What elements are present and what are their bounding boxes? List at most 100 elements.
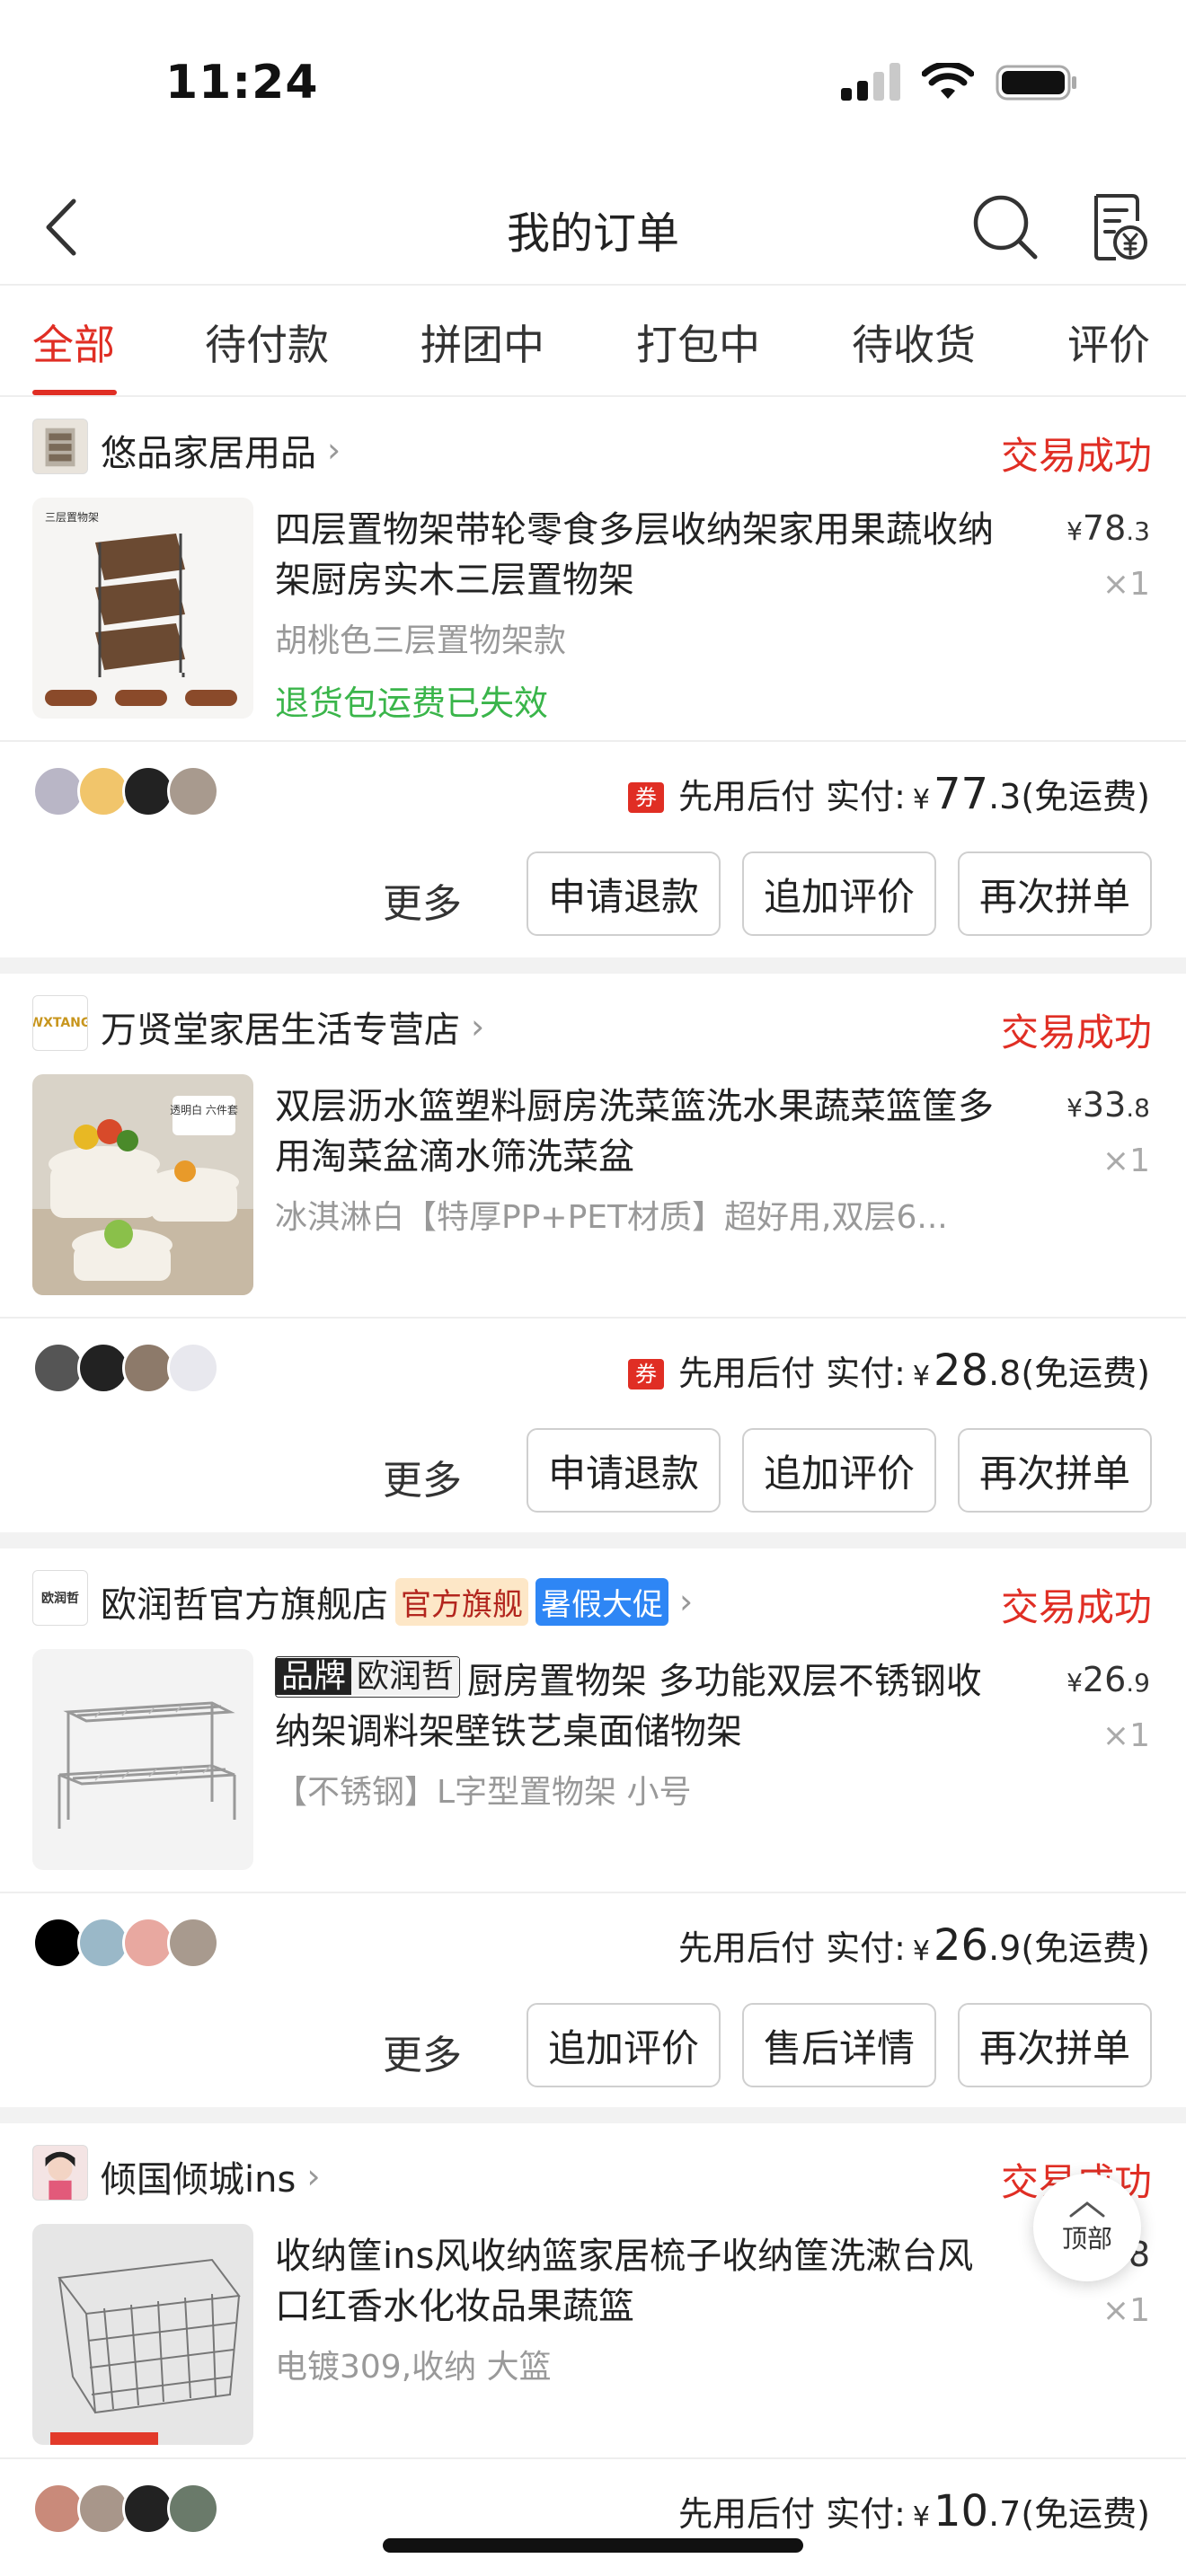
product-thumbnail[interactable]: 透明白 六件套 <box>32 1074 253 1295</box>
payment-row: 先用后付 实付: ¥26.9 (免运费) <box>0 1893 1186 1983</box>
paid-amount: 券 先用后付 实付: ¥28.8 (免运费) <box>628 1345 1150 1396</box>
avatar <box>167 1917 219 1969</box>
more-button[interactable]: 更多 <box>383 871 462 929</box>
status-icons <box>841 63 1078 102</box>
refund-button[interactable]: 申请退款 <box>527 1428 721 1513</box>
coupon-icon: 券 <box>628 1359 665 1389</box>
store-name-text: 悠品家居用品 <box>101 433 316 474</box>
store-logo-text: WXTANG <box>32 1016 88 1030</box>
order-status: 交易成功 <box>1000 434 1152 478</box>
pay-label: 先用后付 实付: <box>678 1354 906 1393</box>
group-avatars[interactable] <box>32 2483 219 2535</box>
tab-pending-payment[interactable]: 待付款 <box>205 313 329 372</box>
avatar <box>167 2483 219 2535</box>
action-buttons: 更多 申请退款 追加评价 再次拼单 <box>0 851 1186 938</box>
payment-row: 券 先用后付 实付: ¥77.3 (免运费) <box>0 742 1186 832</box>
product-row[interactable]: 收纳筐ins风收纳篮家居梳子收纳筐洗漱台风口红香水化妆品果蔬篮 电镀309,收纳… <box>0 2224 1186 2448</box>
order-card: WXTANG 万贤堂家居生活专营店 › 交易成功 透明白 六件套 双层沥水篮塑料… <box>0 974 1186 1531</box>
store-name[interactable]: 万贤堂家居生活专营店 › <box>101 1001 484 1053</box>
reorder-button[interactable]: 再次拼单 <box>958 1428 1152 1513</box>
store-row[interactable]: 倾国倾城ins › 交易成功 <box>0 2123 1186 2224</box>
product-row[interactable]: 透明白 六件套 双层沥水篮塑料厨房洗菜篮洗水果蔬菜篮筐多用淘菜盆滴水筛洗菜盆 冰… <box>0 1074 1186 1299</box>
store-row[interactable]: 欧润哲 欧润哲官方旗舰店 官方旗舰 暑假大促 › 交易成功 <box>0 1548 1186 1649</box>
wifi-icon <box>922 63 974 99</box>
product-thumbnail[interactable]: 三层置物架 <box>32 498 253 719</box>
reorder-button[interactable]: 再次拼单 <box>958 2003 1152 2087</box>
store-name[interactable]: 悠品家居用品 › <box>101 424 341 476</box>
product-quantity: ×1 <box>1102 1717 1150 1754</box>
tab-pending-receipt[interactable]: 待收货 <box>852 313 976 372</box>
status-bar: 11:24 <box>0 0 1186 171</box>
store-name-text: 万贤堂家居生活专营店 <box>101 1010 460 1051</box>
add-review-button[interactable]: 追加评价 <box>527 2003 721 2087</box>
pay-label: 先用后付 实付: <box>678 1928 906 1968</box>
store-name[interactable]: 欧润哲官方旗舰店 官方旗舰 暑假大促 › <box>101 1575 693 1628</box>
back-to-top-button[interactable]: 顶部 <box>1033 2174 1141 2281</box>
active-tab-indicator <box>32 390 117 395</box>
chevron-right-icon: › <box>471 1007 485 1046</box>
battery-icon <box>996 65 1076 101</box>
shipping-note: (免运费) <box>1021 2494 1150 2534</box>
store-row[interactable]: 悠品家居用品 › 交易成功 <box>0 397 1186 498</box>
return-shipping-note: 退货包运费已失效 <box>275 684 549 723</box>
group-avatars[interactable] <box>32 1917 219 1969</box>
product-thumbnail[interactable] <box>32 1649 253 1870</box>
payment-row: 券 先用后付 实付: ¥28.8 (免运费) <box>0 1319 1186 1408</box>
store-name[interactable]: 倾国倾城ins › <box>101 2150 321 2202</box>
order-divider <box>0 957 1186 974</box>
tab-packing[interactable]: 打包中 <box>636 313 760 372</box>
order-tabs: 全部 待付款 拼团中 打包中 待收货 评价 <box>0 284 1186 397</box>
order-card: 倾国倾城ins › 交易成功 收纳筐ins风收纳篮家居梳子收纳筐洗漱台风口红香水… <box>0 2123 1186 2576</box>
order-status: 交易成功 <box>1000 1010 1152 1054</box>
product-row[interactable]: 品牌 欧润哲 厨房置物架 多功能双层不锈钢收纳架调料架壁铁艺桌面储物架 【不锈钢】L… <box>0 1649 1186 1874</box>
tab-review[interactable]: 评价 <box>1067 313 1150 372</box>
store-row[interactable]: WXTANG 万贤堂家居生活专营店 › 交易成功 <box>0 974 1186 1074</box>
pay-label: 先用后付 实付: <box>678 2494 906 2534</box>
product-title[interactable]: 收纳筐ins风收纳篮家居梳子收纳筐洗漱台风口红香水化妆品果蔬篮 <box>275 2231 994 2332</box>
chevron-right-icon: › <box>327 430 341 470</box>
more-button[interactable]: 更多 <box>383 1448 462 1505</box>
official-store-badge: 官方旗舰 <box>395 1577 528 1626</box>
bill-icon[interactable] <box>1089 190 1148 262</box>
product-row[interactable]: 三层置物架 四层置物架带轮零食多层收纳架家用果蔬收纳架厨房实木三层置物架 胡桃色… <box>0 498 1186 723</box>
order-status: 交易成功 <box>1000 1585 1152 1629</box>
reorder-button[interactable]: 再次拼单 <box>958 851 1152 936</box>
more-button[interactable]: 更多 <box>383 2023 462 2080</box>
product-variant: 电镀309,收纳 大篮 <box>275 2349 552 2386</box>
avatar <box>167 1342 219 1394</box>
refund-button[interactable]: 申请退款 <box>527 851 721 936</box>
action-buttons: 更多 追加评价 售后详情 再次拼单 <box>0 2003 1186 2089</box>
chevron-right-icon: › <box>306 2157 321 2196</box>
product-quantity: ×1 <box>1102 2292 1150 2329</box>
product-title[interactable]: 双层沥水篮塑料厨房洗菜篮洗水果蔬菜篮筐多用淘菜盆滴水筛洗菜盆 <box>275 1081 994 1182</box>
product-title[interactable]: 四层置物架带轮零食多层收纳架家用果蔬收纳架厨房实木三层置物架 <box>275 505 994 605</box>
after-sales-button[interactable]: 售后详情 <box>742 2003 936 2087</box>
wire-basket-image <box>50 2258 241 2445</box>
search-icon[interactable] <box>970 192 1039 260</box>
group-avatars[interactable] <box>32 1342 219 1394</box>
order-card: 欧润哲 欧润哲官方旗舰店 官方旗舰 暑假大促 › 交易成功 品牌 欧润哲 厨房置… <box>0 1548 1186 2105</box>
store-name-text: 倾国倾城ins <box>101 2159 296 2201</box>
add-review-button[interactable]: 追加评价 <box>742 1428 936 1513</box>
product-title[interactable]: 品牌 欧润哲 厨房置物架 多功能双层不锈钢收纳架调料架壁铁艺桌面储物架 <box>275 1656 994 1757</box>
action-buttons: 更多 申请退款 追加评价 再次拼单 <box>0 1428 1186 1514</box>
pay-label: 先用后付 实付: <box>678 777 906 816</box>
product-variant: 冰淇淋白【特厚PP+PET材质】超好用,双层6... <box>275 1199 948 1236</box>
store-logo-text: 欧润哲 <box>41 1592 79 1606</box>
steel-rack-image <box>58 1701 236 1829</box>
tab-all[interactable]: 全部 <box>32 313 115 372</box>
store-logo: WXTANG <box>32 995 88 1051</box>
store-logo-image <box>45 428 75 467</box>
tab-group-buying[interactable]: 拼团中 <box>420 313 544 372</box>
store-logo <box>32 419 88 474</box>
thumb-label: 透明白 六件套 <box>170 1103 238 1116</box>
back-to-top-label: 顶部 <box>1061 2224 1112 2254</box>
chevron-right-icon: › <box>679 1582 694 1621</box>
order-card: 悠品家居用品 › 交易成功 三层置物架 四层置物架带轮零食多层收纳架家用果蔬收纳… <box>0 397 1186 954</box>
home-indicator[interactable] <box>383 2538 803 2553</box>
paid-amount: 先用后付 实付: ¥10.7 (免运费) <box>678 2486 1150 2536</box>
paid-amount: 券 先用后付 实付: ¥77.3 (免运费) <box>628 769 1150 819</box>
product-thumbnail[interactable] <box>32 2224 253 2445</box>
group-avatars[interactable] <box>32 765 219 817</box>
add-review-button[interactable]: 追加评价 <box>742 851 936 936</box>
